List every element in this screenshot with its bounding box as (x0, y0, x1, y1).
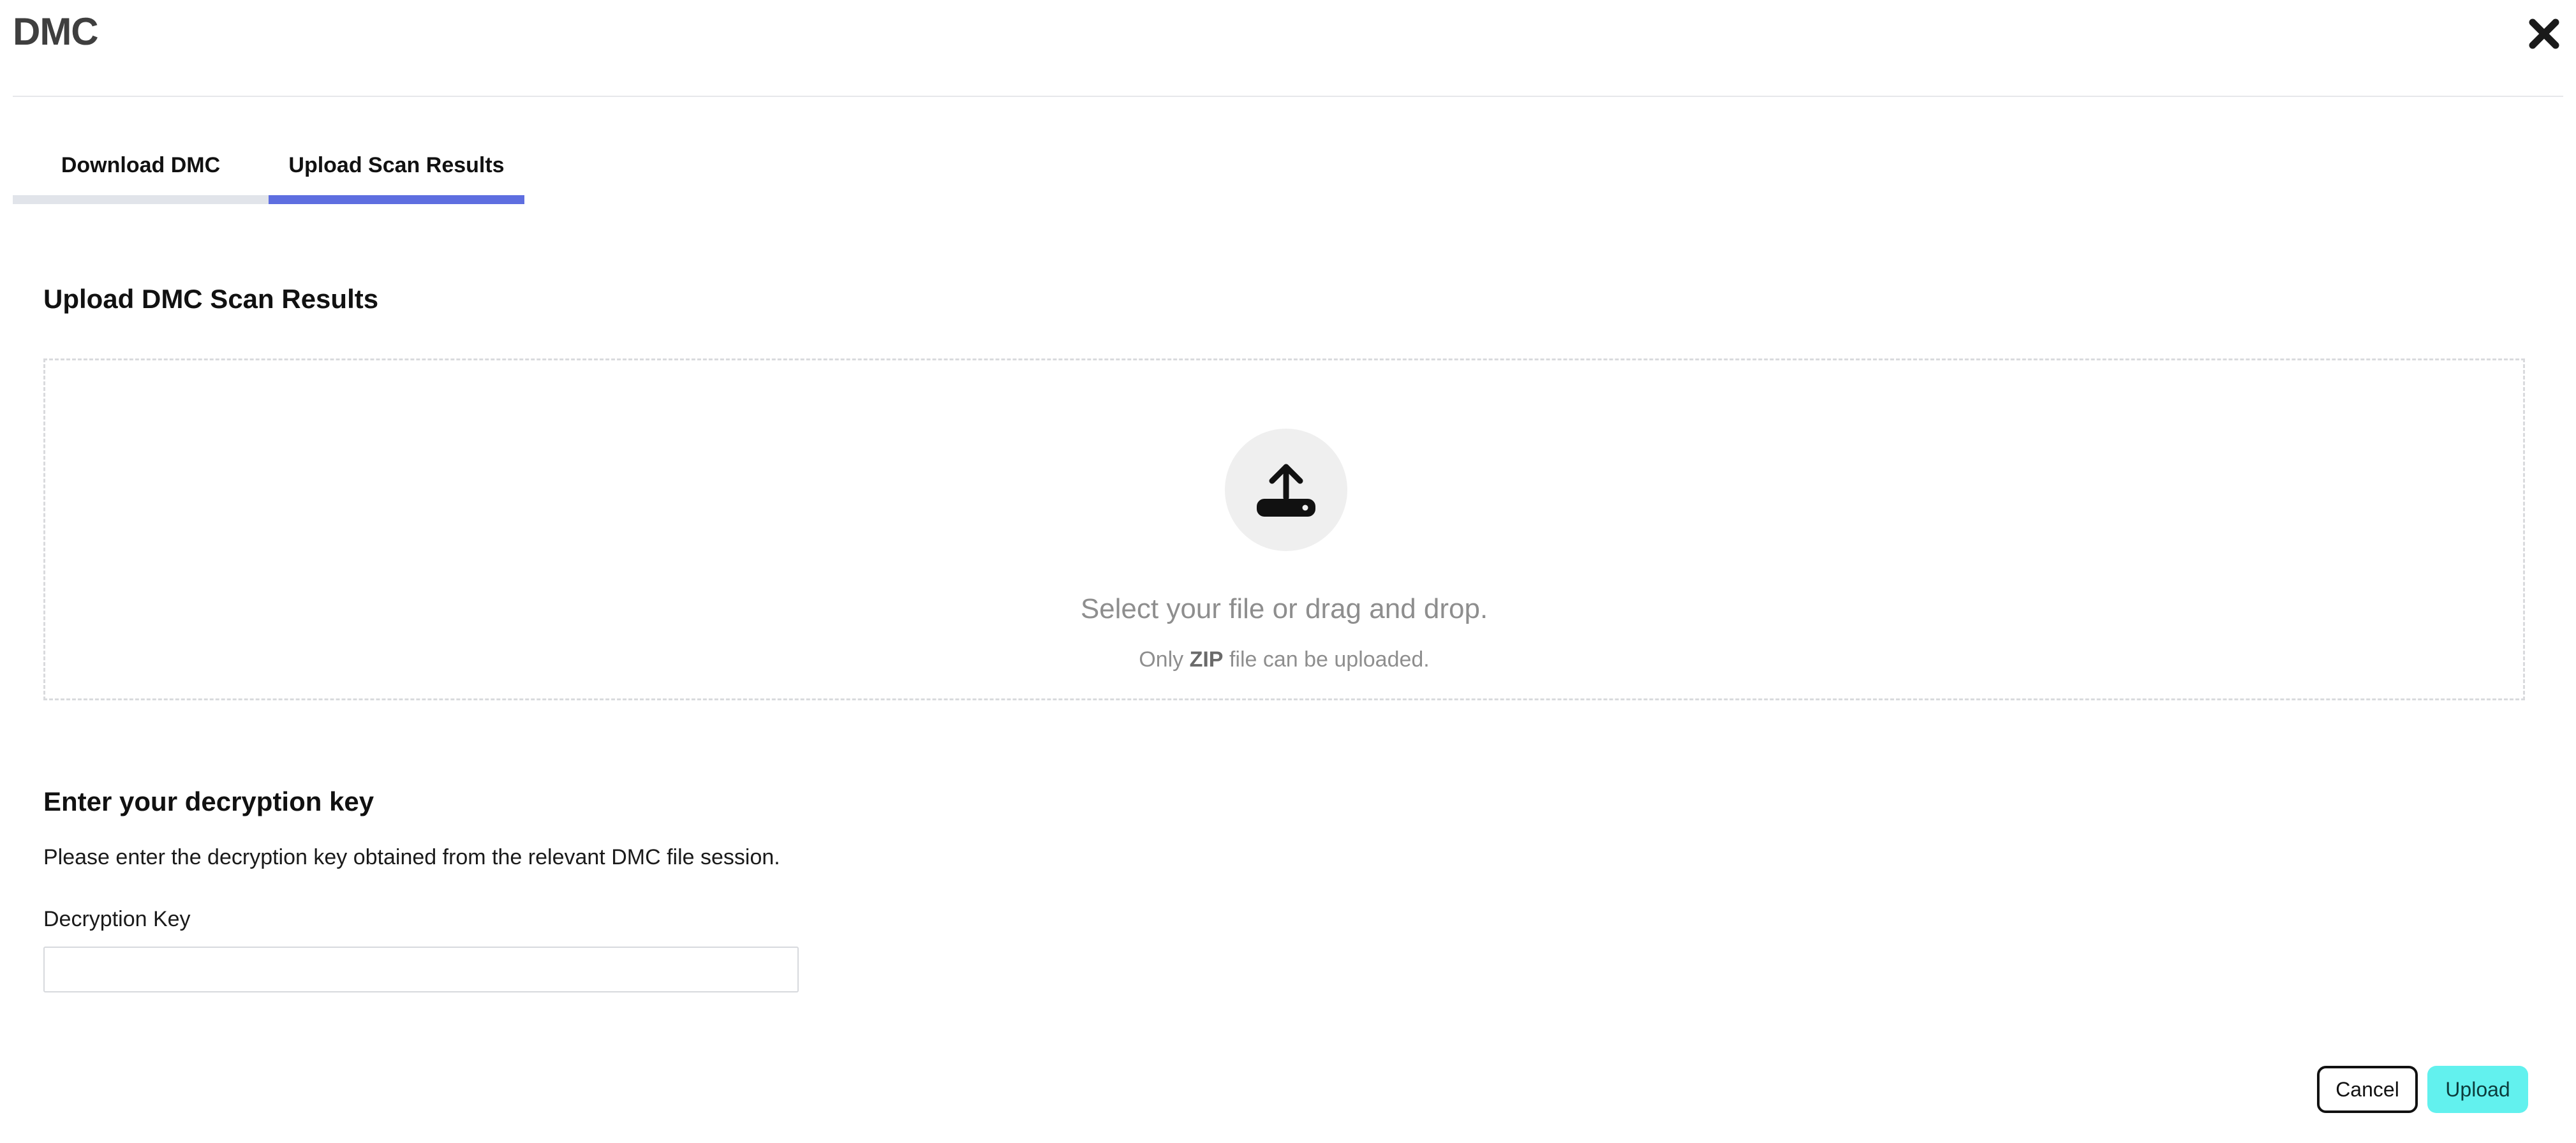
decryption-key-label: Decryption Key (43, 907, 191, 931)
tab-upload-scan-results[interactable]: Upload Scan Results (269, 140, 524, 204)
upload-icon-circle (1225, 429, 1347, 551)
hint-prefix: Only (1139, 647, 1190, 672)
decryption-key-input[interactable] (43, 947, 799, 992)
tab-bar: Download DMC Upload Scan Results (13, 140, 524, 204)
dropzone-file-type-hint: Only ZIP file can be uploaded. (45, 647, 2523, 672)
upload-button[interactable]: Upload (2427, 1066, 2528, 1113)
upload-section-heading: Upload DMC Scan Results (43, 284, 379, 314)
header-divider (13, 96, 2563, 97)
tab-underline (13, 195, 269, 204)
tab-label: Upload Scan Results (288, 153, 505, 177)
decryption-section-heading: Enter your decryption key (43, 786, 374, 816)
upload-icon (1257, 464, 1315, 517)
close-button[interactable] (2526, 16, 2562, 52)
tab-underline-active (269, 195, 524, 204)
hint-file-type: ZIP (1189, 647, 1224, 672)
page-title: DMC (13, 10, 99, 53)
decryption-description: Please enter the decryption key obtained… (43, 845, 780, 869)
file-dropzone[interactable]: Select your file or drag and drop. Only … (43, 358, 2525, 700)
tab-label: Download DMC (61, 153, 221, 177)
dropzone-instruction: Select your file or drag and drop. (1080, 593, 1488, 624)
tab-download-dmc[interactable]: Download DMC (13, 140, 269, 204)
close-icon (2529, 18, 2559, 49)
hint-suffix: file can be uploaded. (1223, 647, 1430, 672)
cancel-button[interactable]: Cancel (2317, 1066, 2418, 1113)
